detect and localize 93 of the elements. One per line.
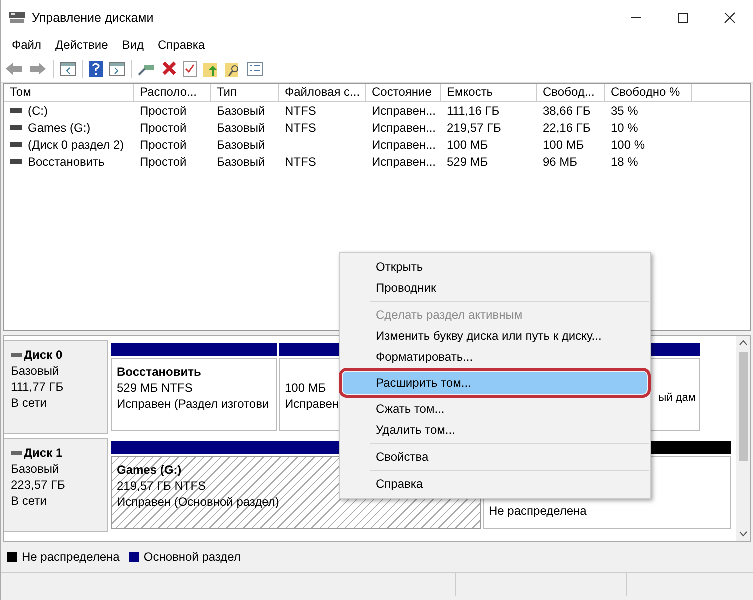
table-cell: 219,57 ГБ: [447, 120, 502, 134]
table-cell: Простой: [140, 138, 187, 152]
column-header[interactable]: Располо...: [134, 84, 211, 101]
drive-icon: [11, 353, 22, 357]
legend-label: Не распределена: [22, 550, 120, 564]
checked-page-icon[interactable]: [183, 60, 197, 76]
column-header[interactable]: Свободно %: [605, 84, 692, 101]
panel-icon[interactable]: [109, 62, 125, 76]
table-cell: Исправен...: [372, 138, 436, 152]
disk-status: В сети: [11, 493, 48, 509]
context-menu-item[interactable]: Сжать том...: [343, 399, 647, 419]
partition-status: Исправен: [285, 396, 340, 412]
menu-item[interactable]: Действие: [48, 38, 116, 52]
table-cell: Исправен...: [372, 104, 436, 118]
disk-type: Базовый: [11, 363, 60, 379]
table-cell: Исправен...: [372, 154, 436, 168]
drive-icon: [11, 451, 22, 455]
column-header[interactable]: Емкость: [441, 84, 537, 101]
column-header[interactable]: Том: [4, 84, 134, 101]
table-cell: 100 МБ: [543, 138, 584, 152]
forward-arrow-icon[interactable]: [29, 62, 47, 76]
table-cell: NTFS: [285, 154, 316, 168]
partition-size: 100 МБ: [285, 380, 326, 396]
table-cell: Исправен...: [372, 120, 436, 134]
table-cell: NTFS: [285, 120, 316, 134]
table-cell: Простой: [140, 104, 187, 118]
scrollbar[interactable]: [736, 336, 750, 541]
disk-type: Базовый: [11, 461, 60, 477]
column-header[interactable]: Файловая с...: [279, 84, 366, 101]
table-cell: 100 МБ: [447, 138, 488, 152]
table-cell: 35 %: [611, 104, 638, 118]
table-cell: 10 %: [611, 120, 638, 134]
menu-item[interactable]: Вид: [115, 38, 151, 52]
disk-size: 223,57 ГБ: [11, 477, 66, 493]
partition-label: Восстановить: [117, 364, 202, 380]
table-cell: Базовый: [217, 104, 266, 118]
context-menu-item[interactable]: Расширить том...: [343, 372, 647, 394]
drive-icon: [10, 142, 22, 147]
drive-icon: [10, 108, 22, 113]
partition-status: Не распределена: [489, 503, 587, 519]
maximize-icon[interactable]: [677, 12, 689, 24]
disk-size: 111,77 ГБ: [11, 379, 65, 395]
window-title: Управление дисками: [32, 10, 154, 24]
table-cell: NTFS: [285, 104, 316, 118]
panel-icon[interactable]: [60, 62, 76, 76]
legend-label: Основной раздел: [144, 550, 241, 564]
drive-icon: [10, 159, 22, 164]
table-cell: Базовый: [217, 138, 266, 152]
table-cell: Базовый: [217, 154, 266, 168]
table-cell: 529 МБ: [447, 154, 488, 168]
checklist-icon[interactable]: [247, 62, 263, 76]
upload-folder-icon[interactable]: [203, 60, 219, 76]
table-cell: 18 %: [611, 154, 638, 168]
help-book-icon[interactable]: [89, 60, 103, 76]
table-cell: 100 %: [611, 138, 646, 152]
disk-status: В сети: [11, 395, 48, 411]
context-menu-item[interactable]: Форматировать...: [343, 347, 647, 367]
disk-management-icon: [8, 10, 26, 24]
disk-name: Диск 0: [24, 347, 63, 363]
context-menu-item[interactable]: Изменить букву диска или путь к диску...: [343, 326, 647, 346]
table-cell: 38,66 ГБ: [543, 104, 591, 118]
table-cell: Games (G:): [28, 120, 91, 134]
scroll-down-icon[interactable]: [738, 531, 748, 537]
table-cell: (C:): [28, 104, 48, 118]
menu-item[interactable]: Справка: [151, 38, 212, 52]
scroll-up-icon[interactable]: [738, 340, 748, 346]
delete-icon[interactable]: [162, 61, 177, 76]
context-menu-item[interactable]: Проводник: [343, 278, 647, 298]
partition-size: 219,57 ГБ NTFS: [117, 478, 206, 494]
table-cell: 96 МБ: [543, 154, 578, 168]
menu-item[interactable]: Файл: [5, 38, 49, 52]
partition-label: Games (G:): [117, 462, 182, 478]
table-cell: 22,16 ГБ: [543, 120, 591, 134]
back-arrow-icon[interactable]: [5, 62, 23, 76]
column-header[interactable]: Свобод...: [537, 84, 605, 101]
partition-status: Исправен (Основной раздел): [117, 494, 280, 510]
partition-size: 529 МБ NTFS: [117, 380, 193, 396]
table-cell: 111,16 ГБ: [447, 104, 500, 118]
context-menu-item[interactable]: Открыть: [343, 257, 647, 277]
search-folder-icon[interactable]: [225, 60, 241, 76]
partition-status: Исправен (Раздел изготови: [117, 396, 270, 412]
table-cell: Базовый: [217, 120, 266, 134]
context-menu-item[interactable]: Удалить том...: [343, 420, 647, 440]
disk-name: Диск 1: [24, 445, 63, 461]
drive-icon: [10, 125, 22, 130]
table-cell: (Диск 0 раздел 2): [28, 138, 124, 152]
table-cell: Восстановить: [28, 154, 105, 168]
column-header[interactable]: Тип: [211, 84, 279, 101]
partition-status: ый дам: [658, 391, 696, 406]
close-icon[interactable]: [724, 12, 736, 24]
table-cell: Простой: [140, 154, 187, 168]
table-cell: Простой: [140, 120, 187, 134]
column-header[interactable]: Состояние: [366, 84, 441, 101]
